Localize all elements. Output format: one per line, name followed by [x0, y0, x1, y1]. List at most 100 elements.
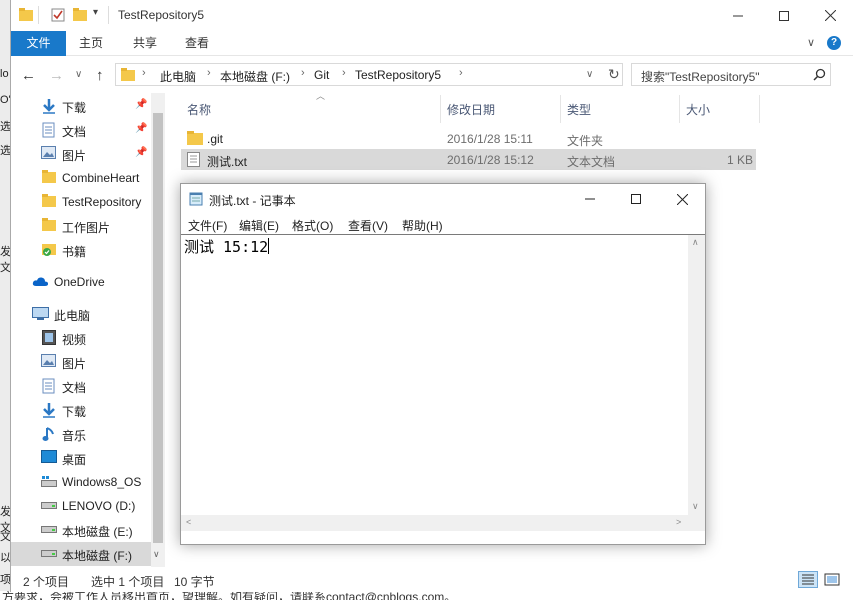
notepad-text-area[interactable]: 测试 15:12 ∧ ∨ < >	[181, 234, 705, 531]
close-button[interactable]	[807, 0, 853, 31]
search-icon[interactable]	[813, 68, 826, 81]
nav-item-desktop[interactable]: 桌面	[11, 446, 151, 470]
nav-item-combineheart[interactable]: CombineHeart	[11, 166, 151, 190]
scrollbar-corner	[688, 515, 705, 531]
customize-toolbar-chevron-icon[interactable]: ▾	[93, 7, 98, 18]
properties-check-icon[interactable]	[51, 8, 65, 22]
music-note-icon	[42, 427, 54, 441]
maximize-icon	[779, 10, 789, 21]
breadcrumb-separator-icon[interactable]: ›	[142, 67, 146, 79]
breadcrumb-separator-icon[interactable]: ›	[459, 67, 463, 79]
search-input[interactable]: 搜索"TestRepository5"	[631, 63, 831, 86]
pin-icon[interactable]: 📌	[135, 123, 147, 134]
nav-item-downloads[interactable]: 下载	[11, 398, 151, 422]
up-arrow-icon[interactable]: ↑	[96, 67, 104, 84]
nav-item-pictures-quick[interactable]: 图片 📌	[11, 142, 151, 166]
nav-item-lenovo-d[interactable]: LENOVO (D:)	[11, 494, 151, 518]
nav-item-music[interactable]: 音乐	[11, 422, 151, 446]
nav-item-testrepository[interactable]: TestRepository	[11, 190, 151, 214]
tab-file[interactable]: 文件	[11, 31, 66, 56]
nav-item-videos[interactable]: 视频	[11, 326, 151, 350]
details-view-icon	[802, 574, 814, 585]
nav-pane-scroll-thumb[interactable]	[153, 113, 163, 543]
nav-item-this-pc[interactable]: 此电脑	[11, 302, 151, 326]
nav-item-windows8-os[interactable]: Windows8_OS	[11, 470, 151, 494]
breadcrumb-separator-icon[interactable]: ›	[207, 67, 211, 79]
column-header-size[interactable]: 大小	[686, 101, 710, 118]
forward-arrow-icon[interactable]: →	[49, 67, 64, 84]
nav-item-books[interactable]: 书籍	[11, 238, 151, 262]
breadcrumb-git[interactable]: Git	[314, 68, 329, 82]
minimize-button[interactable]	[715, 0, 761, 31]
maximize-button[interactable]	[761, 0, 807, 31]
menu-format[interactable]: 格式(O)	[292, 217, 333, 234]
tab-home[interactable]: 主页	[67, 31, 115, 56]
expand-ribbon-chevron-icon[interactable]: ∨	[807, 36, 815, 49]
scroll-up-arrow-icon[interactable]: ∧	[692, 237, 699, 248]
column-header-type[interactable]: 类型	[567, 101, 591, 118]
nav-item-local-disk-f[interactable]: 本地磁盘 (F:)	[11, 542, 151, 566]
column-divider[interactable]	[679, 95, 680, 123]
menu-help[interactable]: 帮助(H)	[402, 217, 443, 234]
new-folder-icon[interactable]	[73, 8, 87, 22]
column-header-date[interactable]: 修改日期	[447, 101, 495, 118]
column-divider[interactable]	[759, 95, 760, 123]
file-row-git[interactable]: .git 2016/1/28 15:11 文件夹	[181, 128, 756, 149]
nav-item-downloads-quick[interactable]: 下载 📌	[11, 94, 151, 118]
notepad-content[interactable]: 测试 15:12	[184, 236, 270, 257]
tab-share[interactable]: 共享	[121, 31, 169, 56]
column-header-name[interactable]: 名称	[187, 101, 211, 118]
window-title: TestRepository5	[118, 8, 205, 22]
folder-sync-icon	[42, 244, 56, 256]
help-icon[interactable]: ?	[827, 36, 841, 50]
nav-item-onedrive[interactable]: OneDrive	[11, 270, 151, 294]
file-row-test-txt[interactable]: 测试.txt 2016/1/28 15:12 文本文档 1 KB	[181, 149, 756, 170]
toolbar-divider	[108, 6, 109, 24]
nav-item-local-disk-e[interactable]: 本地磁盘 (E:)	[11, 518, 151, 542]
nav-item-label: Windows8_OS	[62, 475, 142, 489]
notepad-menubar: 文件(F) 编辑(E) 格式(O) 查看(V) 帮助(H)	[181, 214, 705, 234]
breadcrumb-separator-icon[interactable]: ›	[342, 67, 346, 79]
notepad-horizontal-scrollbar[interactable]: < >	[181, 515, 688, 531]
nav-item-label: 本地磁盘 (E:)	[62, 525, 133, 539]
nav-item-pictures[interactable]: 图片	[11, 350, 151, 374]
nav-item-documents-quick[interactable]: 文档 📌	[11, 118, 151, 142]
address-history-chevron-icon[interactable]: ∨	[586, 69, 593, 80]
scroll-left-arrow-icon[interactable]: <	[186, 517, 191, 527]
menu-file[interactable]: 文件(F)	[188, 217, 227, 234]
notepad-maximize-button[interactable]	[613, 184, 659, 214]
tab-view[interactable]: 查看	[173, 31, 221, 56]
breadcrumb-this-pc[interactable]: 此电脑	[160, 68, 196, 85]
pin-icon[interactable]: 📌	[135, 99, 147, 110]
scroll-right-arrow-icon[interactable]: >	[676, 517, 681, 527]
breadcrumb-testrepository5[interactable]: TestRepository5	[355, 68, 441, 82]
cloud-icon	[32, 277, 49, 286]
breadcrumb-separator-icon[interactable]: ›	[301, 67, 305, 79]
pin-icon[interactable]: 📌	[135, 147, 147, 158]
scroll-down-arrow-icon[interactable]: ∨	[153, 549, 160, 560]
address-bar[interactable]: › 此电脑 › 本地磁盘 (F:) › Git › TestRepository…	[115, 63, 623, 86]
drive-icon	[41, 502, 57, 509]
refresh-icon[interactable]: ↻	[608, 66, 620, 83]
scroll-down-arrow-icon[interactable]: ∨	[692, 501, 699, 512]
details-view-button[interactable]	[798, 571, 818, 588]
recent-locations-chevron-icon[interactable]: ∨	[75, 69, 82, 80]
file-date: 2016/1/28 15:11	[447, 132, 533, 146]
menu-view[interactable]: 查看(V)	[348, 217, 388, 234]
menu-edit[interactable]: 编辑(E)	[239, 217, 279, 234]
drive-icon	[41, 526, 57, 533]
notepad-close-button[interactable]	[659, 184, 705, 214]
nav-item-work-pictures[interactable]: 工作图片	[11, 214, 151, 238]
column-divider[interactable]	[560, 95, 561, 123]
nav-item-label: 图片	[62, 357, 87, 371]
notepad-vertical-scrollbar[interactable]: ∧ ∨	[688, 235, 705, 515]
computer-icon	[32, 307, 49, 320]
back-arrow-icon[interactable]: ←	[21, 67, 36, 84]
sort-ascending-icon: ︿	[316, 91, 326, 101]
breadcrumb-drive-f[interactable]: 本地磁盘 (F:)	[220, 68, 290, 85]
large-icons-view-button[interactable]	[822, 571, 842, 588]
column-divider[interactable]	[440, 95, 441, 123]
folder-icon[interactable]	[19, 8, 33, 22]
nav-item-documents[interactable]: 文档	[11, 374, 151, 398]
notepad-minimize-button[interactable]	[567, 184, 613, 214]
